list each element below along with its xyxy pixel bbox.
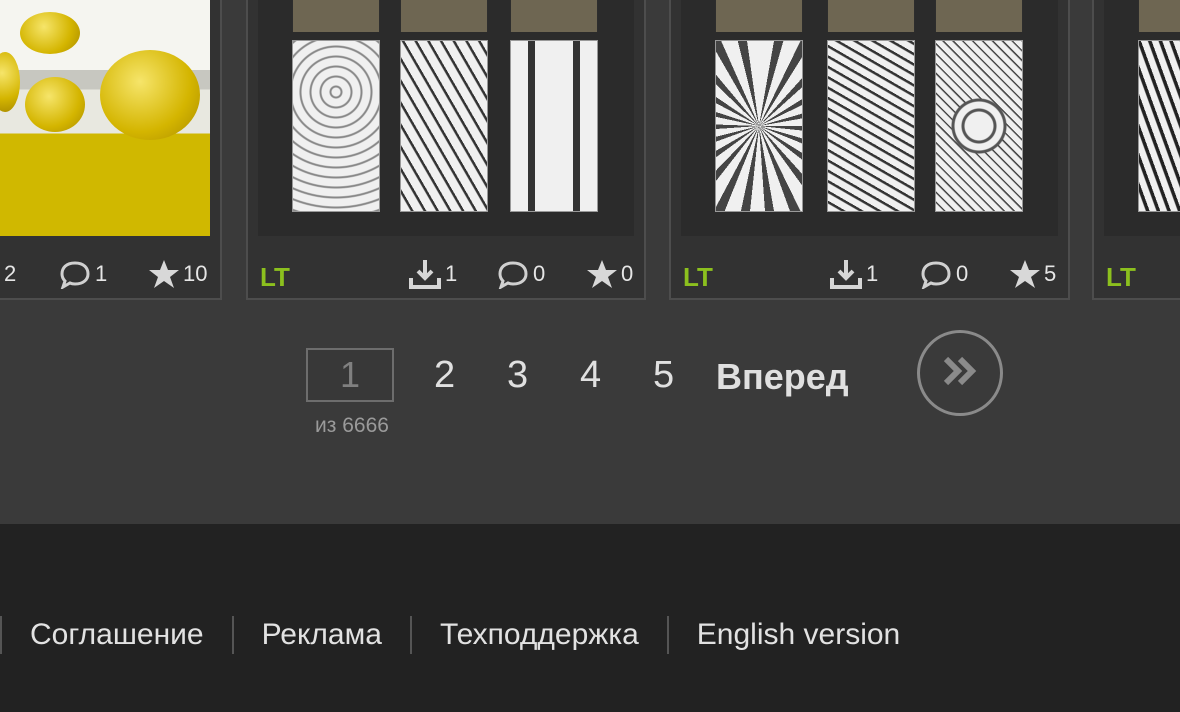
page-link-4[interactable]: 4 xyxy=(580,354,601,397)
card-stats: 2 1 10 xyxy=(0,242,220,298)
rating-count: 10 xyxy=(148,260,207,288)
star-icon xyxy=(1009,259,1041,289)
download-icon xyxy=(408,258,442,290)
comment-icon xyxy=(58,259,92,289)
next-page-link[interactable]: Вперед xyxy=(716,356,849,398)
next-page-button[interactable] xyxy=(917,330,1003,416)
page-link-2[interactable]: 2 xyxy=(434,354,455,397)
page-link-3[interactable]: 3 xyxy=(507,354,528,397)
model-thumbnail[interactable] xyxy=(1104,0,1180,236)
comment-icon xyxy=(919,259,953,289)
footer-link-english[interactable]: English version xyxy=(669,618,928,652)
model-thumbnail[interactable] xyxy=(258,0,634,236)
download-count: 1 xyxy=(408,258,457,290)
page-link-5[interactable]: 5 xyxy=(653,354,674,397)
download-count: 1 xyxy=(829,258,878,290)
rating-count: 0 xyxy=(586,260,633,288)
card-stats: LT 1 0 0 xyxy=(248,242,644,298)
star-icon xyxy=(586,259,618,289)
footer-link-support[interactable]: Техподдержка xyxy=(412,618,667,652)
download-icon xyxy=(829,258,863,290)
footer-links: Соглашение Реклама Техподдержка English … xyxy=(0,616,928,654)
model-card[interactable]: 2 1 10 xyxy=(0,0,222,300)
license-badge: LT xyxy=(683,262,713,292)
total-pages-text: из 6666 xyxy=(315,414,389,437)
model-card[interactable]: LT 1 0 0 xyxy=(246,0,646,300)
footer: Соглашение Реклама Техподдержка English … xyxy=(0,524,1180,712)
model-card[interactable]: LT 1 0 5 xyxy=(669,0,1070,300)
star-icon xyxy=(148,259,180,289)
comment-icon xyxy=(496,259,530,289)
comment-count: 0 xyxy=(496,259,545,289)
double-chevron-right-icon xyxy=(940,355,980,392)
license-badge: LT xyxy=(260,262,290,292)
footer-link-agreement[interactable]: Соглашение xyxy=(2,618,232,652)
card-stats: LT xyxy=(1094,242,1180,298)
comment-count: 0 xyxy=(919,259,968,289)
license-badge: LT xyxy=(1106,262,1136,292)
content-area: 2 1 10 LT 1 0 0 LT 1 0 5 LT 1 из 6666 2 … xyxy=(0,0,1180,524)
model-card[interactable]: LT xyxy=(1092,0,1180,300)
rating-count: 5 xyxy=(1009,260,1056,288)
model-thumbnail[interactable] xyxy=(681,0,1058,236)
footer-link-advertising[interactable]: Реклама xyxy=(234,618,410,652)
current-page-input[interactable]: 1 xyxy=(306,348,394,402)
comment-count: 1 xyxy=(58,259,107,289)
download-count: 2 xyxy=(4,261,17,286)
card-stats: LT 1 0 5 xyxy=(671,242,1068,298)
model-thumbnail[interactable] xyxy=(0,0,210,236)
